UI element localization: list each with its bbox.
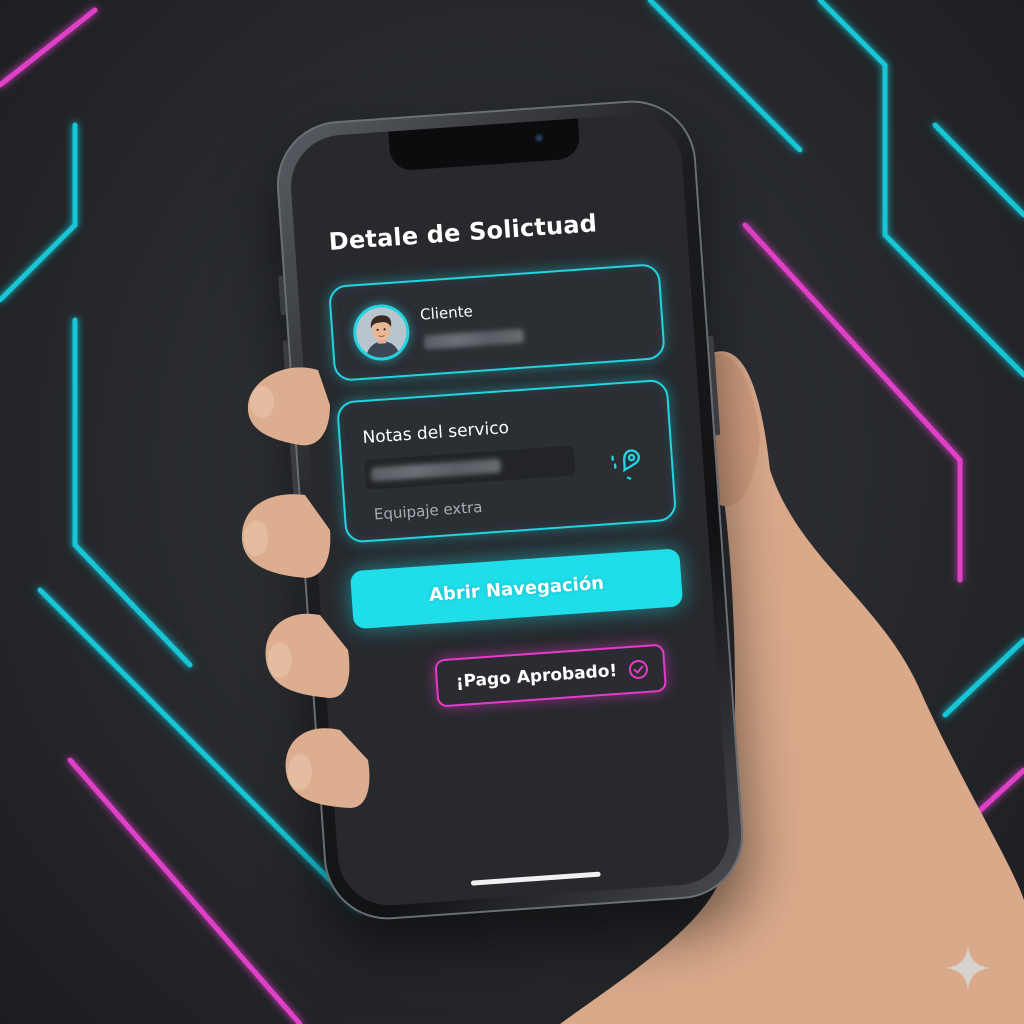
scene: Detale de Solictuad Cliente Notas del se… [0, 0, 1024, 1024]
hand-fingers [241, 367, 370, 808]
sparkle-icon [946, 946, 990, 990]
